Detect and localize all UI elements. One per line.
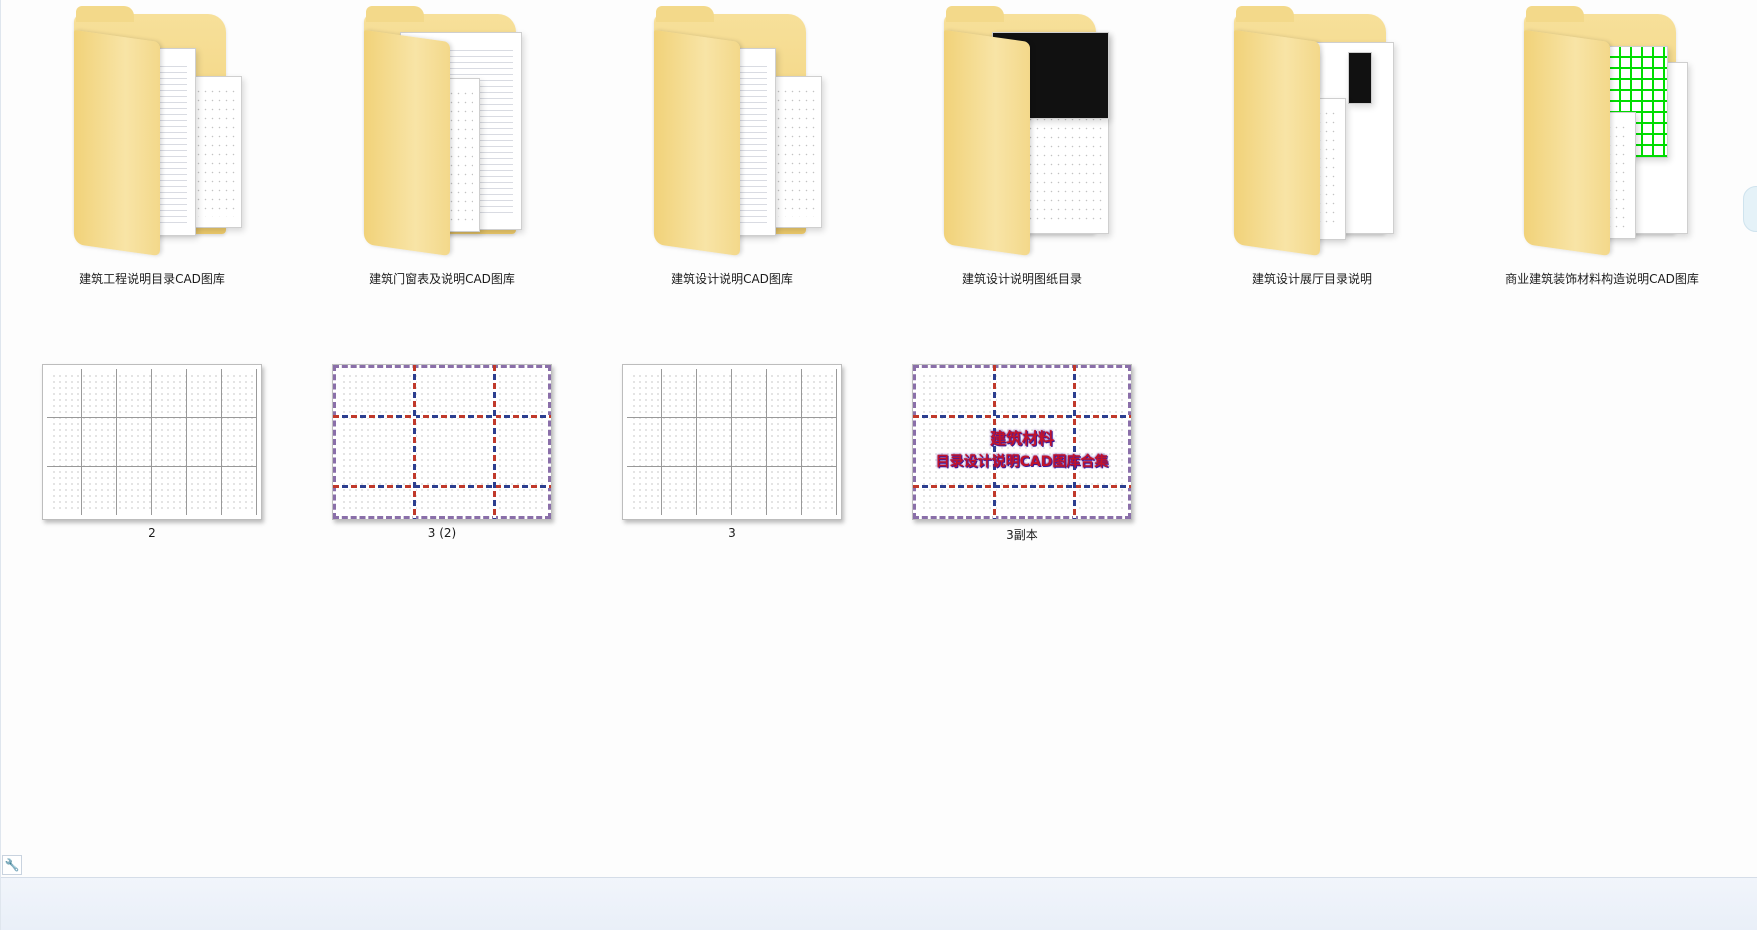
folder-icon [632,2,832,264]
folder-name: 建筑工程说明目录CAD图库 [79,272,225,286]
file-name: 2 [148,526,156,540]
thumbnail-overlay-title: 建筑材料 [989,429,1054,448]
image-file-item[interactable]: 3 (2) [306,364,578,540]
file-name: 3 [728,526,736,540]
image-file-icon [622,364,842,520]
folder-name: 商业建筑装饰材料构造说明CAD图库 [1505,272,1699,286]
wrench-icon[interactable]: 🔧 [2,855,22,875]
status-bar [1,877,1757,930]
file-name: 3 (2) [427,526,457,540]
scroll-edge-indicator [1743,186,1757,232]
image-file-item[interactable]: 建筑材料 目录设计说明CAD图库合集 3副本 [886,364,1158,543]
folder-icon [1502,2,1702,264]
folder-name: 建筑设计说明图纸目录 [961,272,1082,286]
folder-icon [52,2,252,264]
folder-item[interactable]: 建筑设计展厅目录说明 [1176,2,1448,287]
file-name: 3副本 [1006,528,1038,542]
folder-name: 建筑设计展厅目录说明 [1251,272,1372,286]
folder-item[interactable]: 建筑设计说明图纸目录 [886,2,1158,287]
image-file-icon [42,364,262,520]
explorer-window: 建筑工程说明目录CAD图库 建筑门窗表及说明CAD图库 建筑设计说明CAD图库 … [0,0,1757,930]
thumbnail-overlay-subtitle: 目录设计说明CAD图库合集 [935,454,1109,470]
folder-item[interactable]: 建筑设计说明CAD图库 [596,2,868,287]
image-file-item[interactable]: 2 [16,364,288,540]
image-file-icon [332,364,552,520]
image-file-item[interactable]: 3 [596,364,868,540]
folder-icon [1212,2,1412,264]
folder-item[interactable]: 建筑工程说明目录CAD图库 [16,2,288,287]
folder-icon [922,2,1122,264]
folder-item[interactable]: 商业建筑装饰材料构造说明CAD图库 [1466,2,1738,287]
folder-icon [342,2,542,264]
image-file-icon: 建筑材料 目录设计说明CAD图库合集 [912,364,1132,520]
folder-item[interactable]: 建筑门窗表及说明CAD图库 [306,2,578,287]
folder-name: 建筑门窗表及说明CAD图库 [369,272,515,286]
folder-name: 建筑设计说明CAD图库 [671,272,793,286]
